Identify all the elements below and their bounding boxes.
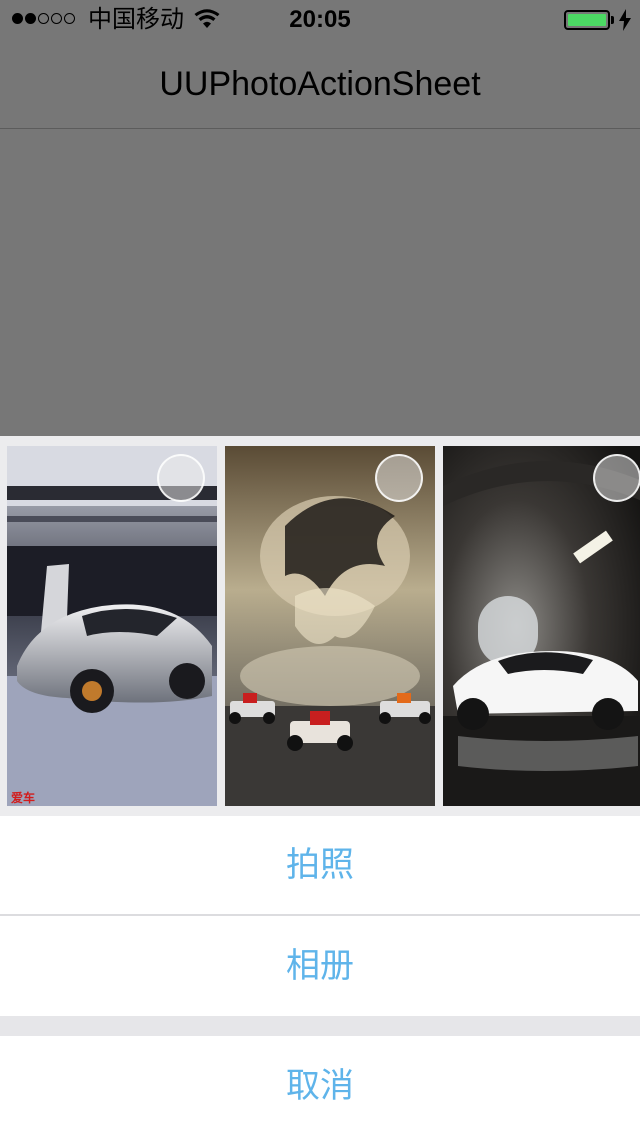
status-time: 20:05 — [289, 6, 351, 33]
action-sheet-gap — [0, 1016, 640, 1036]
photo-album-button[interactable]: 相册 — [0, 916, 640, 1016]
svg-text:爱车: 爱车 — [11, 790, 35, 805]
photo-strip[interactable]: 爱车 — [0, 436, 640, 816]
selection-circle-icon[interactable] — [157, 454, 205, 502]
selection-circle-icon[interactable] — [593, 454, 640, 502]
charging-bolt-icon — [619, 9, 631, 31]
cancel-button[interactable]: 取消 — [0, 1036, 640, 1136]
battery-level-fill — [568, 14, 606, 26]
selection-circle-icon[interactable] — [375, 454, 423, 502]
page-title: UUPhotoActionSheet — [159, 65, 481, 103]
photo-thumbnail[interactable] — [225, 446, 435, 806]
take-photo-button[interactable]: 拍照 — [0, 816, 640, 914]
battery-cap — [611, 16, 614, 24]
status-bar: 中国移动 20:05 — [0, 0, 640, 40]
navigation-bar: UUPhotoActionSheet — [0, 40, 640, 129]
photo-thumbnail[interactable]: 爱车 — [7, 446, 217, 806]
photo-thumbnail[interactable] — [443, 446, 640, 806]
battery-icon — [564, 10, 610, 30]
